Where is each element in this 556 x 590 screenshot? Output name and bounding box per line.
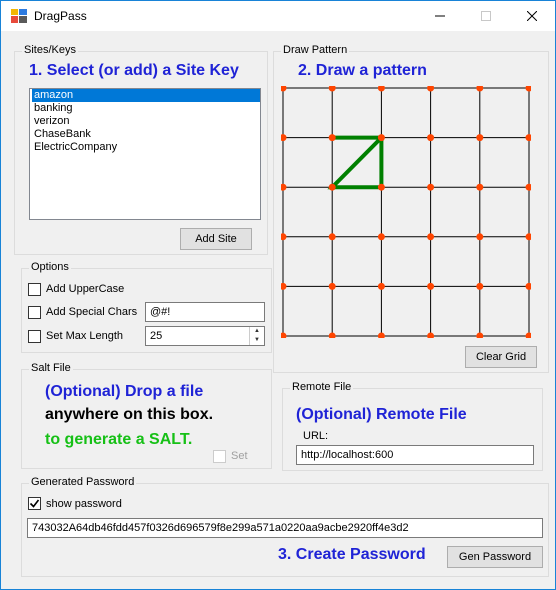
grid-dot[interactable] [476, 282, 484, 290]
uppercase-checkbox[interactable] [28, 283, 41, 296]
grid-dot[interactable] [377, 86, 385, 92]
pattern-heading: 2. Draw a pattern [298, 62, 427, 79]
grid-dot[interactable] [281, 332, 287, 339]
url-input[interactable]: http://localhost:600 [296, 445, 534, 465]
pattern-grid[interactable] [281, 86, 531, 338]
grid-dot[interactable] [377, 332, 385, 339]
grid-dot[interactable] [281, 282, 287, 290]
app-window: DragPass Sites/Keys 1. Select (or add) a… [0, 0, 556, 590]
stepper-buttons[interactable]: ▲ ▼ [249, 327, 264, 345]
pattern-path [327, 135, 384, 190]
password-output[interactable]: 743032A64db46fdd457f0326d696579f8e299a57… [27, 518, 543, 538]
remote-heading: (Optional) Remote File [296, 406, 467, 423]
grid-dot[interactable] [328, 233, 336, 241]
options-group-label: Options [29, 261, 71, 273]
grid-dot[interactable] [281, 134, 287, 142]
salt-set-label: Set [231, 450, 248, 462]
max-length-stepper[interactable]: 25 ▲ ▼ [145, 326, 265, 346]
sites-heading: 1. Select (or add) a Site Key [29, 62, 239, 79]
uppercase-label: Add UpperCase [46, 283, 125, 295]
grid-dot[interactable] [377, 282, 385, 290]
close-icon [527, 11, 537, 21]
special-chars-checkbox[interactable] [28, 306, 41, 319]
grid-dot[interactable] [328, 183, 336, 191]
minimize-button[interactable] [417, 1, 463, 31]
minimize-icon [435, 15, 445, 17]
grid-dot[interactable] [328, 86, 336, 92]
grid-dot[interactable] [377, 233, 385, 241]
stepper-up-icon[interactable]: ▲ [250, 327, 264, 336]
grid-dot[interactable] [427, 282, 435, 290]
special-chars-input[interactable]: @#! [145, 302, 265, 322]
max-length-checkbox[interactable] [28, 330, 41, 343]
grid-dot[interactable] [427, 233, 435, 241]
show-password-label: show password [46, 498, 122, 510]
site-list-item[interactable]: banking [32, 102, 260, 115]
grid-dot[interactable] [377, 134, 385, 142]
special-chars-label: Add Special Chars [46, 306, 138, 318]
grid-dot[interactable] [328, 134, 336, 142]
app-icon [11, 9, 27, 23]
grid-dot[interactable] [281, 233, 287, 241]
show-password-checkbox[interactable] [28, 497, 41, 510]
grid-dot[interactable] [328, 282, 336, 290]
grid-dot[interactable] [525, 86, 532, 92]
url-label: URL: [303, 430, 329, 442]
grid-dot[interactable] [525, 233, 532, 241]
add-site-button[interactable]: Add Site [180, 228, 252, 250]
site-list-item[interactable]: amazon [32, 89, 260, 102]
close-button[interactable] [509, 1, 555, 31]
stepper-down-icon[interactable]: ▼ [250, 336, 264, 345]
grid-dot[interactable] [427, 332, 435, 339]
salt-line2: anywhere on this box. [45, 406, 214, 423]
grid-dot[interactable] [525, 282, 532, 290]
salt-group-label: Salt File [29, 362, 73, 374]
generated-group-label: Generated Password [29, 476, 137, 488]
gen-password-button[interactable]: Gen Password [447, 546, 543, 568]
grid-dot[interactable] [377, 183, 385, 191]
grid-dot[interactable] [328, 332, 336, 339]
grid-dot[interactable] [427, 183, 435, 191]
grid-dot[interactable] [525, 332, 532, 339]
salt-set-checkbox[interactable] [213, 450, 226, 463]
grid-dot[interactable] [476, 86, 484, 92]
sites-listbox[interactable]: amazon banking verizon ChaseBank ElectricCom… [29, 88, 261, 220]
maximize-icon [481, 11, 491, 21]
maximize-button[interactable] [463, 1, 509, 31]
window-title: DragPass [34, 9, 87, 23]
grid-dot[interactable] [476, 134, 484, 142]
title-bar[interactable]: DragPass [1, 1, 555, 31]
remote-group-label: Remote File [290, 381, 354, 393]
grid-dot[interactable] [476, 233, 484, 241]
grid-dot[interactable] [281, 86, 287, 92]
grid-dot[interactable] [525, 183, 532, 191]
max-length-value: 25 [150, 330, 163, 342]
grid-dot[interactable] [281, 183, 287, 191]
site-list-item[interactable]: ElectricCompany [32, 141, 260, 154]
salt-line3: to generate a SALT. [45, 431, 193, 448]
grid-dot[interactable] [427, 86, 435, 92]
grid-dot[interactable] [427, 134, 435, 142]
max-length-label: Set Max Length [46, 330, 124, 342]
clear-grid-button[interactable]: Clear Grid [465, 346, 537, 368]
create-password-heading: 3. Create Password [278, 546, 426, 563]
site-list-item[interactable]: verizon [32, 115, 260, 128]
checkmark-icon [29, 499, 40, 508]
pattern-group-label: Draw Pattern [281, 44, 350, 56]
grid-dot[interactable] [476, 332, 484, 339]
sites-group-label: Sites/Keys [22, 44, 78, 56]
grid-dot[interactable] [476, 183, 484, 191]
salt-line1: (Optional) Drop a file [45, 383, 204, 400]
grid-dot[interactable] [525, 134, 532, 142]
site-list-item[interactable]: ChaseBank [32, 128, 260, 141]
